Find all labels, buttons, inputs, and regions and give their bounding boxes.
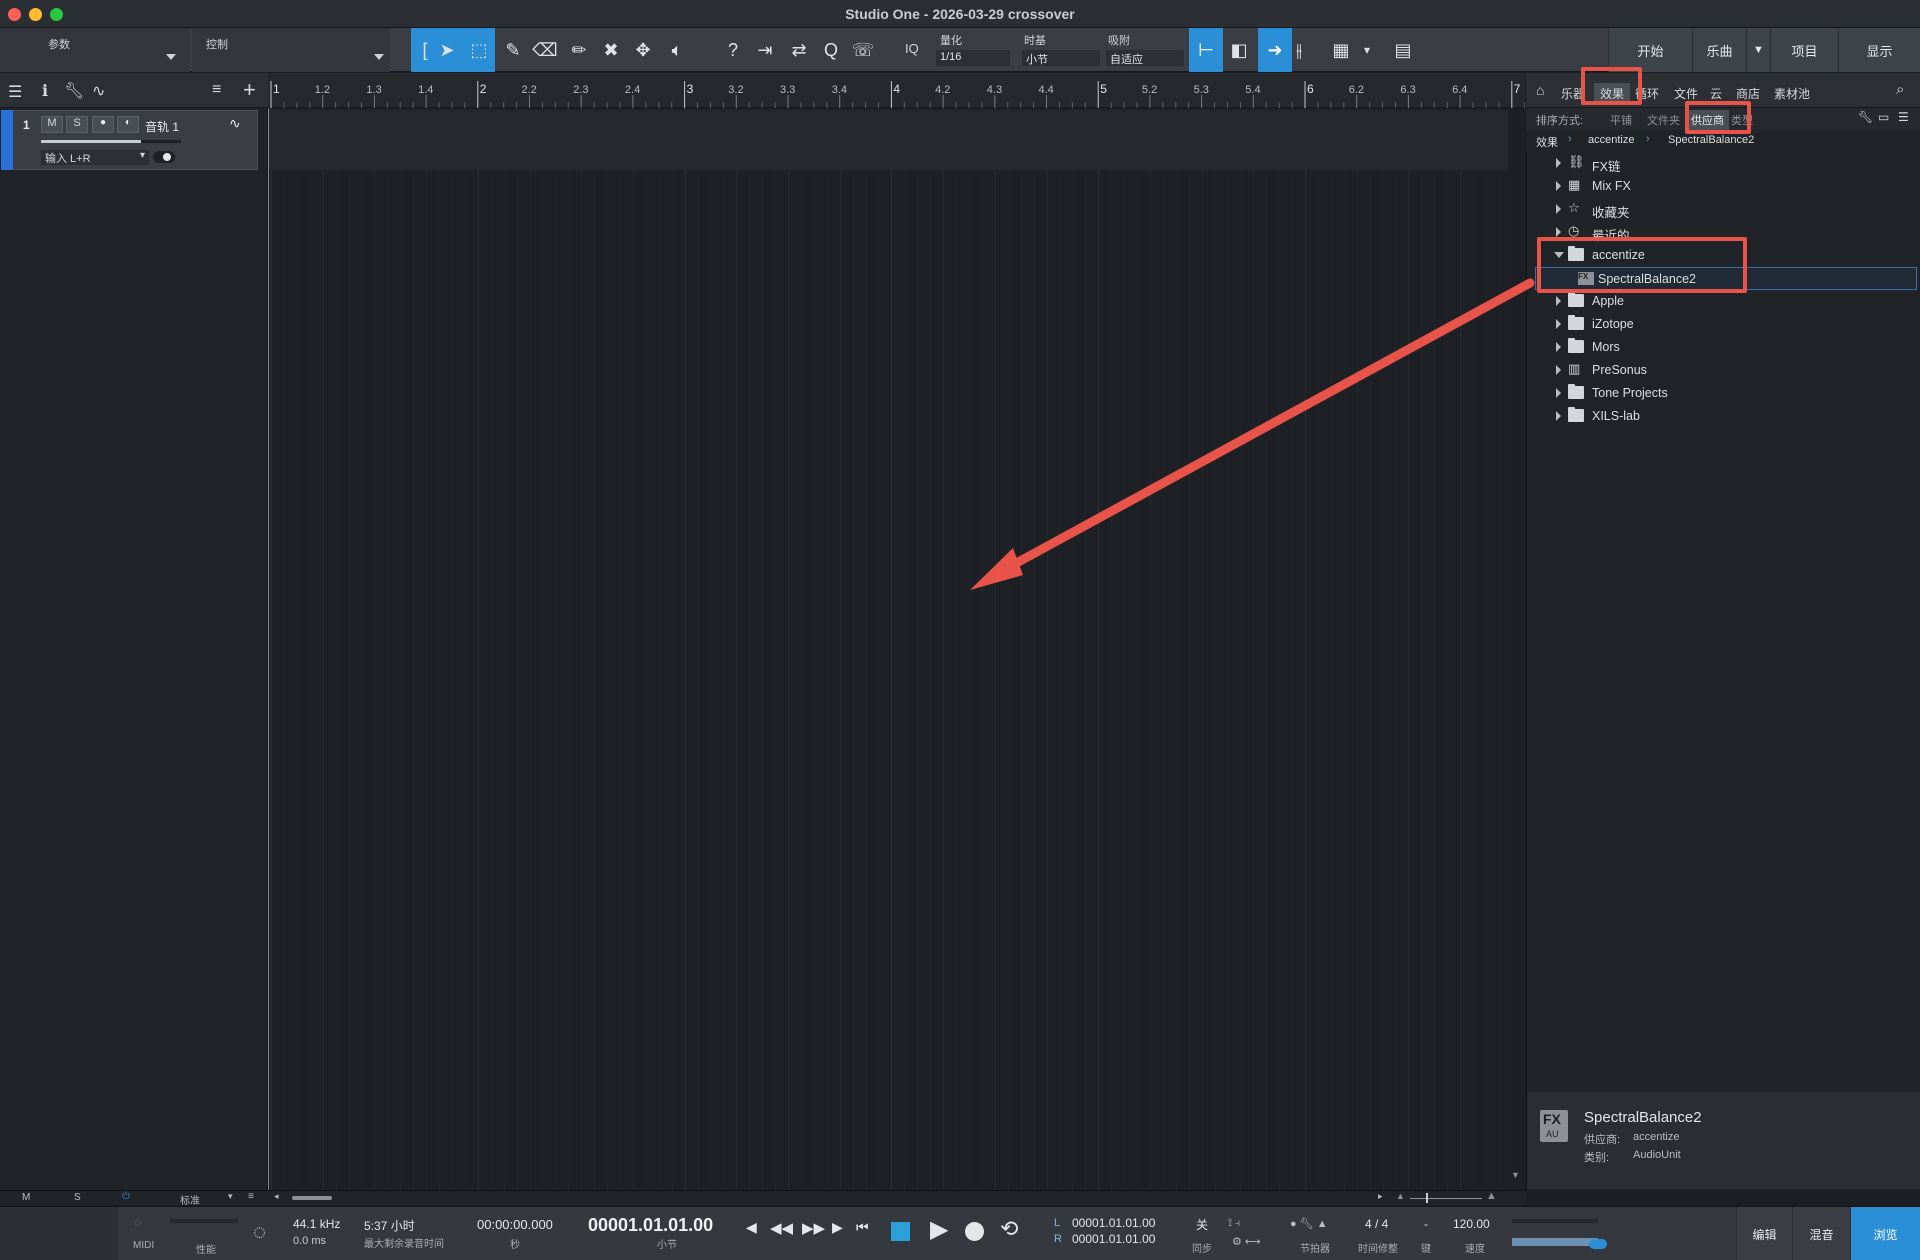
annotation-arrow-shaft xyxy=(995,278,1535,577)
annotation-arrow-head xyxy=(970,548,1023,590)
annotation-arrow xyxy=(970,278,1535,590)
